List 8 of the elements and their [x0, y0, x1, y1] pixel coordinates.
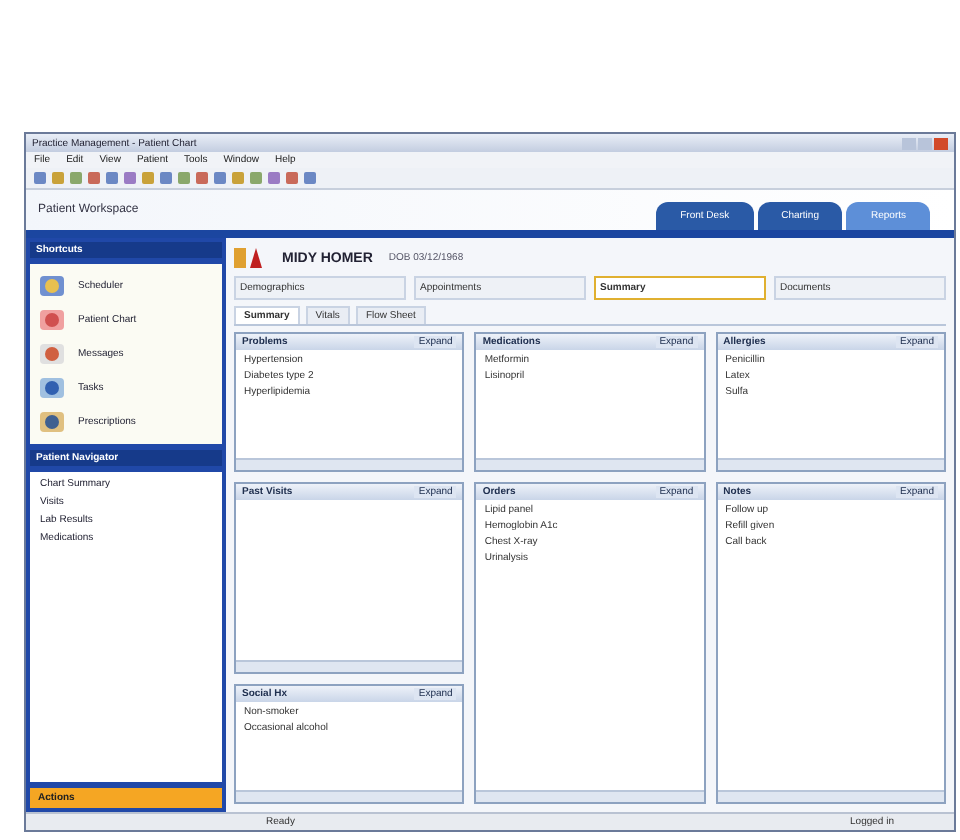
minimize-button[interactable] — [902, 137, 916, 149]
shortcut-icon — [38, 410, 66, 434]
patient-icon — [234, 246, 266, 270]
close-button[interactable] — [934, 137, 948, 149]
shortcut-icon — [38, 308, 66, 332]
shortcut-icon — [38, 342, 66, 366]
shortcut-icon — [38, 376, 66, 400]
shortcut-icon — [38, 274, 66, 298]
